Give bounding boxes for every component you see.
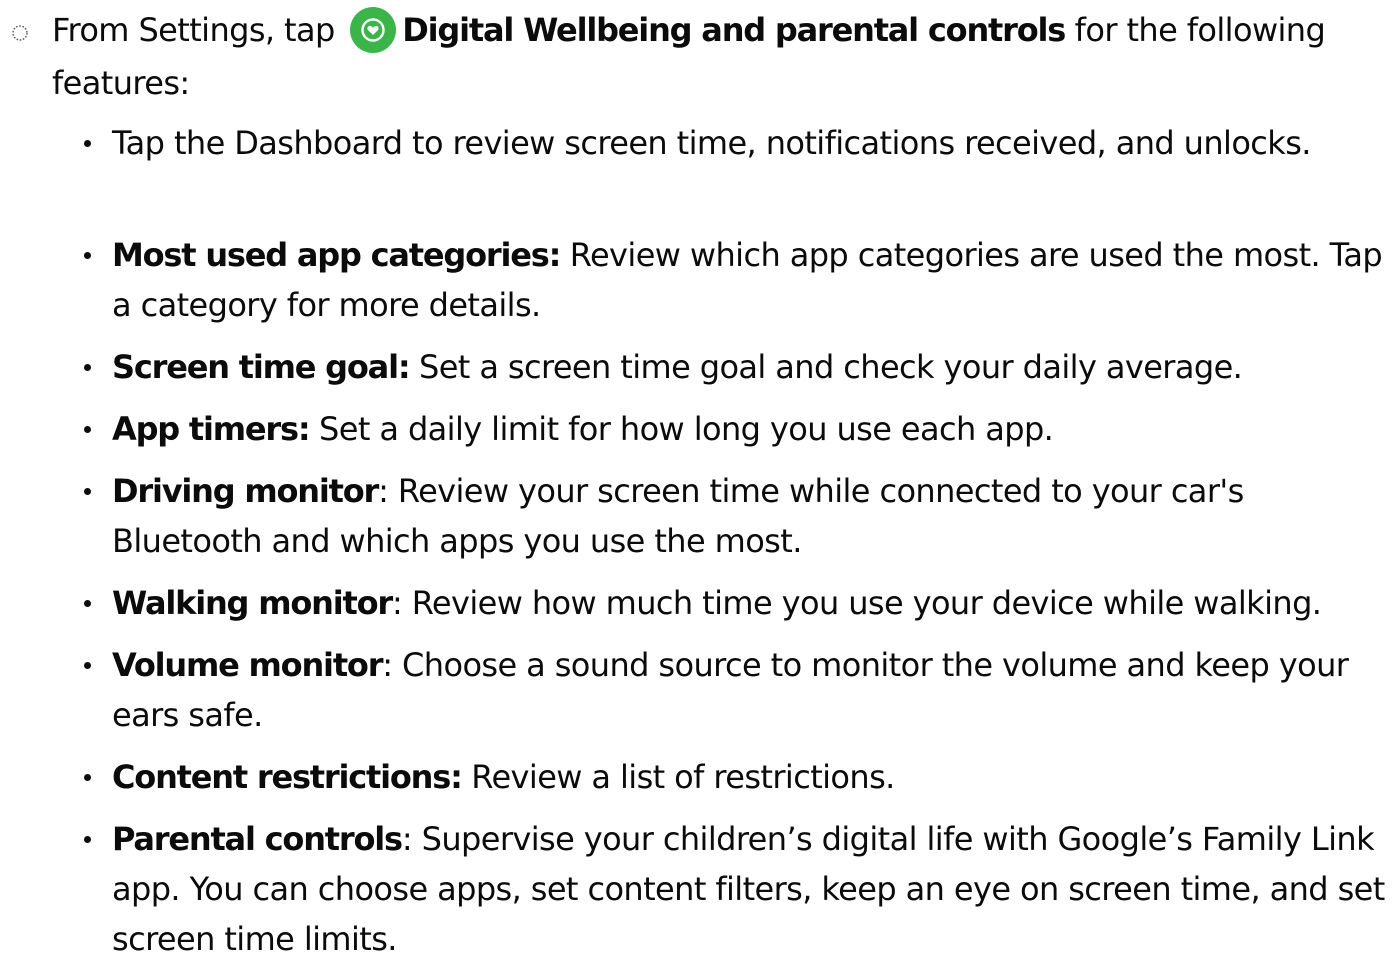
- feature-description: Review a list of restrictions.: [461, 758, 895, 796]
- digital-wellbeing-heart-icon: [350, 7, 397, 53]
- bullet-dot: [84, 488, 91, 495]
- bullet-dot: [84, 836, 91, 843]
- feature-text: Tap the Dashboard to review screen time,…: [112, 118, 1395, 168]
- feature-label: App timers:: [112, 410, 311, 448]
- feature-label: Screen time goal:: [112, 348, 411, 386]
- feature-label: Walking monitor: [112, 584, 393, 622]
- intro-prefix: From Settings, tap: [52, 11, 345, 49]
- feature-label: Volume monitor: [112, 646, 383, 684]
- feature-text: Walking monitor: Review how much time yo…: [112, 578, 1395, 628]
- feature-text: Driving monitor: Review your screen time…: [112, 466, 1395, 566]
- feature-text: Volume monitor: Choose a sound source to…: [112, 640, 1395, 740]
- dotted-circle-bullet-icon: [12, 25, 28, 41]
- feature-description: Set a screen time goal and check your da…: [409, 348, 1243, 386]
- bullet-dot: [84, 774, 91, 781]
- bullet-dot: [84, 662, 91, 669]
- feature-label: Driving monitor: [112, 472, 379, 510]
- app-name-digital-wellbeing: Digital Wellbeing and parental controls: [402, 11, 1066, 49]
- bullet-dot: [84, 426, 91, 433]
- bullet-dot: [84, 600, 91, 607]
- feature-label: Parental controls: [112, 820, 403, 858]
- feature-description: : Review how much time you use your devi…: [391, 584, 1322, 622]
- feature-description: Set a daily limit for how long you use e…: [309, 410, 1054, 448]
- feature-text: Screen time goal: Set a screen time goal…: [112, 342, 1395, 392]
- feature-text: Most used app categories: Review which a…: [112, 230, 1395, 330]
- bullet-dot: [84, 252, 91, 259]
- intro-paragraph: From Settings, tap Digital Wellbeing and…: [52, 4, 1392, 110]
- feature-text: Content restrictions: Review a list of r…: [112, 752, 1395, 802]
- bullet-dot: [84, 364, 91, 371]
- feature-description: Tap the Dashboard to review screen time,…: [112, 124, 1311, 162]
- feature-label: Most used app categories:: [112, 236, 561, 274]
- feature-text: App timers: Set a daily limit for how lo…: [112, 404, 1395, 454]
- bullet-dot: [84, 140, 91, 147]
- feature-label: Content restrictions:: [112, 758, 463, 796]
- feature-text: Parental controls: Supervise your childr…: [112, 814, 1395, 964]
